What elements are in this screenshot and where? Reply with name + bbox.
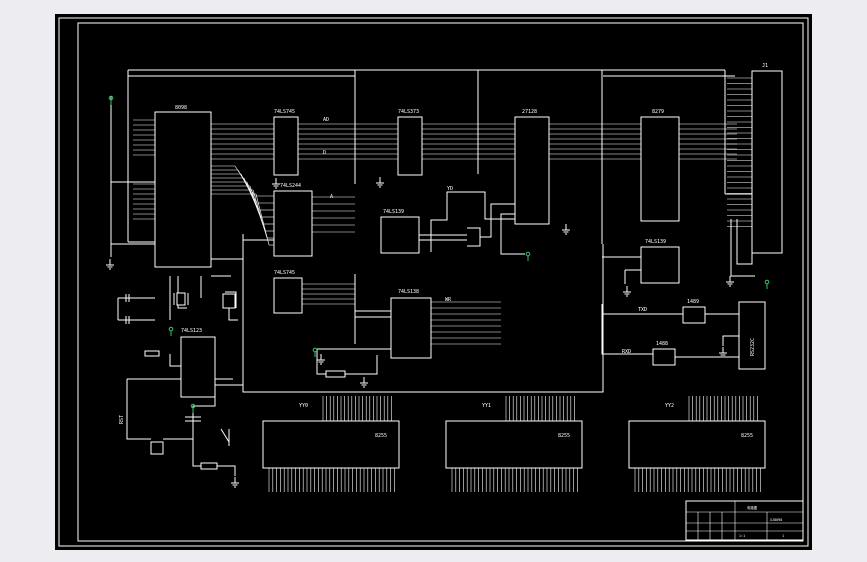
io1-label: 8255	[558, 433, 570, 439]
vcc-marker	[525, 251, 531, 257]
decoder1-chip: 74LS139	[380, 209, 420, 254]
bus-rst-label: RST	[119, 415, 125, 424]
serial-label: RS232C	[750, 338, 756, 356]
yy2-label: YY2	[665, 403, 674, 409]
uart-rx-label: 1488	[656, 341, 668, 347]
bus-ad-label: AD	[323, 117, 329, 123]
title-sheet: 1	[782, 534, 784, 538]
bus-yd-label: YD	[447, 186, 453, 192]
title-drawing-no: XJ8098	[770, 518, 782, 522]
address-wire	[252, 189, 268, 239]
buffer-chip: 74LS244	[273, 183, 313, 257]
decoder3-chip: 74LS139	[640, 239, 680, 284]
address-wire	[255, 193, 270, 246]
title-scale: 1:1	[739, 534, 745, 538]
yy0-label: YY0	[299, 403, 308, 409]
decoder2-label: 74LS138	[398, 289, 419, 295]
latch1-chip: 74LS745	[273, 109, 299, 176]
cpu-chip: 8098	[154, 105, 212, 268]
eprom-chip: 74LS373	[397, 109, 423, 176]
title-block: 电路图 XJ8098 1 1:1	[685, 500, 804, 541]
cpu-label: 8098	[175, 105, 187, 111]
latch1-label: 74LS745	[274, 109, 295, 115]
keyboard-chip: 8279	[640, 109, 680, 222]
ram-label: 27128	[522, 109, 537, 115]
yy1-label: YY1	[482, 403, 491, 409]
vcc-marker	[764, 279, 770, 285]
uart-rx-chip: 1488	[652, 341, 676, 366]
title-heading: 电路图	[747, 505, 758, 510]
io-chip-2: 8255 YY2	[628, 403, 766, 469]
buffer-label: 74LS244	[280, 183, 301, 189]
uart-tx-label: 1489	[687, 299, 699, 305]
serial-port: RS232C	[738, 301, 766, 370]
uart-tx-chip: 1489	[682, 299, 706, 324]
io0-label: 8255	[375, 433, 387, 439]
ram-chip: 27128	[514, 109, 550, 225]
io-chip-0: 8255 YY0	[262, 403, 400, 469]
crystal-icon	[173, 292, 189, 306]
bus-d-label: D	[323, 150, 326, 156]
switch-icon	[220, 428, 230, 446]
drawing-viewport: 8098 74LS745 74LS373 27128 8279 J1 74LS2…	[0, 0, 867, 562]
latch2-chip: 74LS745	[273, 270, 303, 314]
reset-chip: 74LS123	[180, 328, 216, 398]
io-chip-1: 8255 YY1	[445, 403, 583, 469]
decoder3-label: 74LS139	[645, 239, 666, 245]
eprom-label: 74LS373	[398, 109, 419, 115]
bus-txd-label: TXD	[638, 307, 647, 313]
schematic-svg: 8098 74LS745 74LS373 27128 8279 J1 74LS2…	[58, 17, 809, 547]
decoder1-label: 74LS139	[383, 209, 404, 215]
connector-label: J1	[762, 63, 768, 69]
reset-label: 74LS123	[181, 328, 202, 334]
drawing-sheet: 8098 74LS745 74LS373 27128 8279 J1 74LS2…	[55, 14, 812, 550]
connector-j1: J1	[727, 63, 783, 254]
vcc-marker	[168, 326, 174, 332]
decoder2-chip: 74LS138	[390, 289, 432, 359]
io2-label: 8255	[741, 433, 753, 439]
keyboard-label: 8279	[652, 109, 664, 115]
latch2-label: 74LS745	[274, 270, 295, 276]
vcc-marker	[312, 347, 318, 353]
